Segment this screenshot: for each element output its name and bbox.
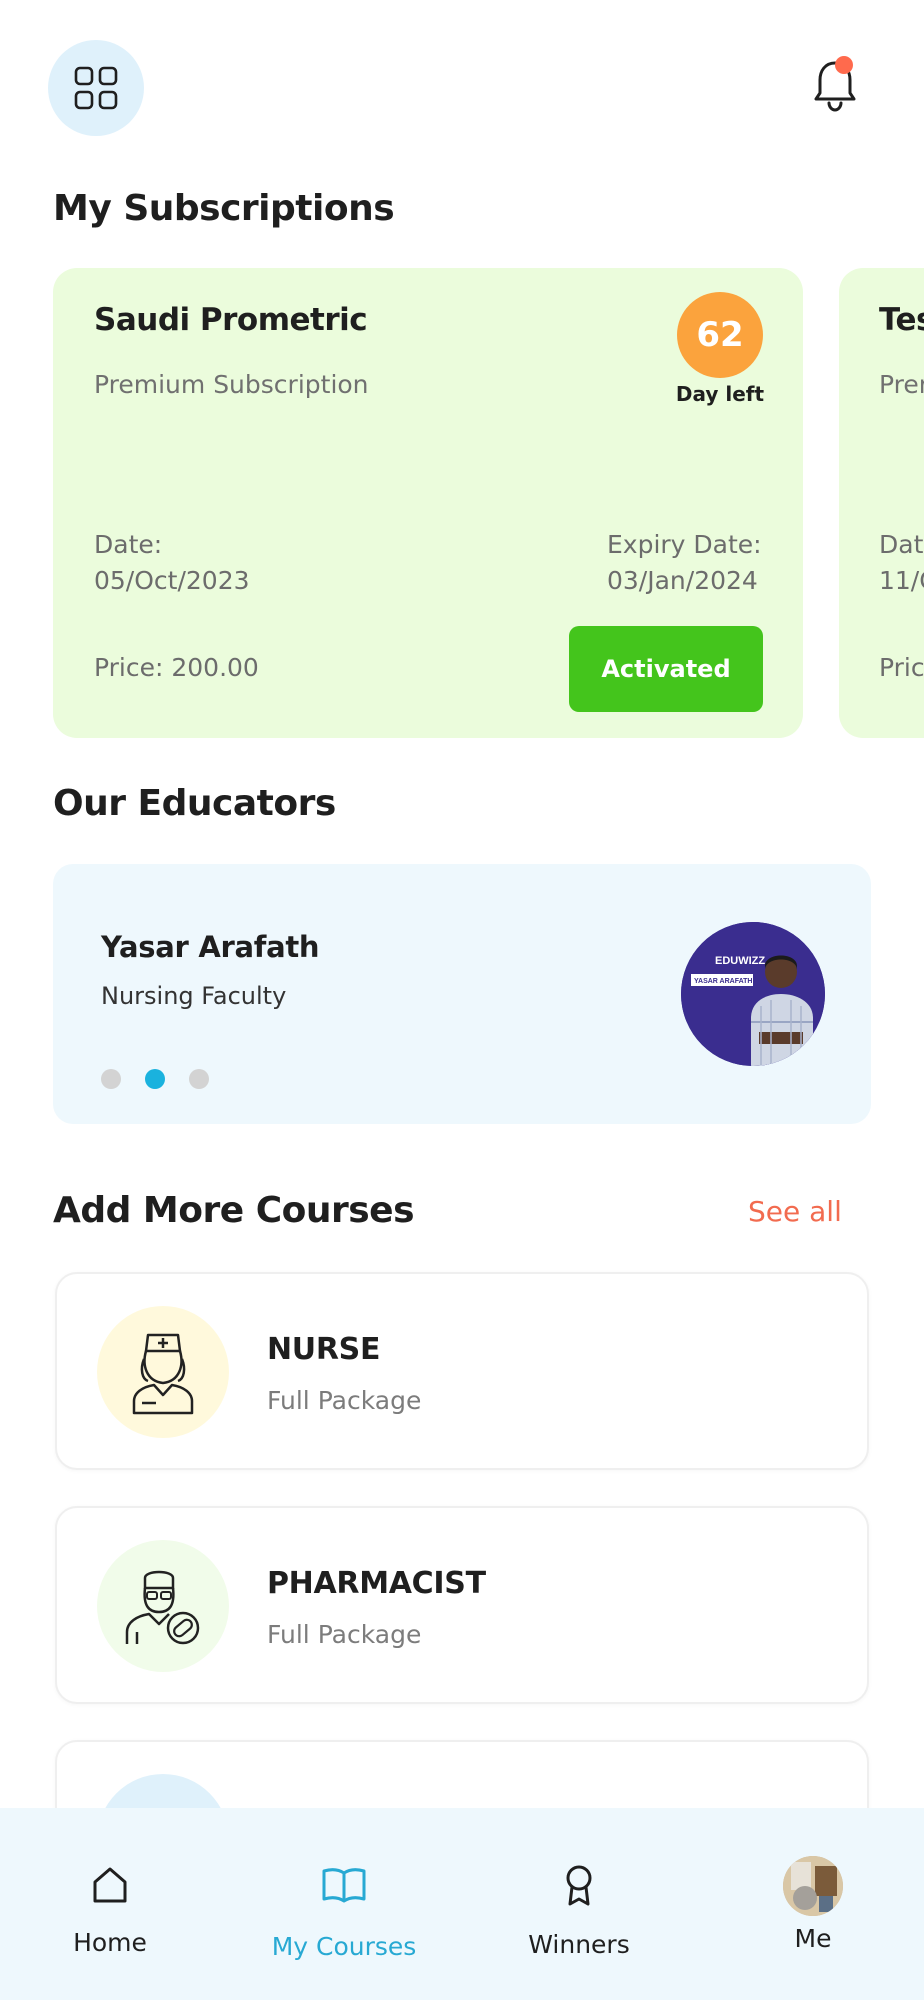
- carousel-dot-active[interactable]: [145, 1069, 165, 1089]
- bottom-navigation: Home My Courses Winners Me: [0, 1808, 924, 2000]
- expiry-date-label: Expiry Date:: [607, 530, 762, 559]
- avatar-caption: YASAR ARAFATH: [694, 978, 752, 985]
- nav-my-courses-label: My Courses: [271, 1932, 417, 1961]
- menu-button[interactable]: [48, 40, 144, 136]
- subscription-card[interactable]: Tes Prem Date 11/O Pric: [839, 268, 924, 738]
- top-bar: [0, 0, 924, 170]
- award-icon: [566, 1865, 592, 1906]
- date-label: Date: [879, 530, 924, 559]
- subscription-card[interactable]: Saudi Prometric Premium Subscription 62 …: [53, 268, 803, 738]
- subscription-type: Prem: [879, 370, 924, 399]
- start-date: 11/O: [879, 566, 924, 595]
- eduwizz-logo-text: EDUWIZZ: [715, 955, 765, 967]
- profile-avatar: [783, 1856, 843, 1916]
- carousel-dot[interactable]: [189, 1069, 209, 1089]
- subscription-name: Saudi Prometric: [94, 302, 368, 338]
- days-left-label: Day left: [675, 382, 765, 406]
- date-label: Date:: [94, 530, 163, 559]
- courses-title: Add More Courses: [53, 1190, 415, 1231]
- educator-card[interactable]: Yasar Arafath Nursing Faculty EDUWIZZ YA…: [53, 864, 871, 1124]
- subscription-price: Pric: [879, 653, 924, 682]
- see-all-link[interactable]: See all: [748, 1195, 842, 1228]
- course-card-pharmacist[interactable]: PHARMACIST Full Package: [55, 1506, 869, 1704]
- educator-name: Yasar Arafath: [101, 930, 320, 964]
- nav-winners[interactable]: Winners: [518, 1808, 640, 2000]
- nurse-icon: [97, 1306, 229, 1438]
- book-icon: [322, 1868, 366, 1903]
- activated-button[interactable]: Activated: [569, 626, 763, 712]
- course-package: Full Package: [267, 1620, 422, 1649]
- home-icon: [93, 1867, 127, 1903]
- subscriptions-title: My Subscriptions: [53, 188, 395, 229]
- course-name: PHARMACIST: [267, 1566, 486, 1601]
- notification-badge: [835, 56, 853, 74]
- subscription-name: Tes: [879, 302, 924, 338]
- nav-me-label: Me: [794, 1924, 832, 1953]
- educator-avatar: EDUWIZZ YASAR ARAFATH: [681, 922, 825, 1066]
- carousel-dot[interactable]: [101, 1069, 121, 1089]
- nav-home[interactable]: Home: [50, 1808, 170, 2000]
- start-date: 05/Oct/2023: [94, 566, 250, 595]
- nav-winners-label: Winners: [528, 1930, 630, 1959]
- nav-home-label: Home: [73, 1928, 147, 1957]
- course-name: NURSE: [267, 1332, 381, 1367]
- expiry-date: 03/Jan/2024: [607, 566, 758, 595]
- nav-my-courses[interactable]: My Courses: [264, 1808, 424, 2000]
- course-card-nurse[interactable]: NURSE Full Package: [55, 1272, 869, 1470]
- educator-role: Nursing Faculty: [101, 982, 287, 1010]
- subscription-type: Premium Subscription: [94, 370, 369, 399]
- grid-icon: [74, 66, 118, 110]
- educators-title: Our Educators: [53, 783, 336, 824]
- pharmacist-icon: [97, 1540, 229, 1672]
- subscription-price: Price: 200.00: [94, 653, 259, 682]
- days-left-badge: 62: [677, 292, 763, 378]
- course-package: Full Package: [267, 1386, 422, 1415]
- nav-me[interactable]: Me: [773, 1808, 853, 2000]
